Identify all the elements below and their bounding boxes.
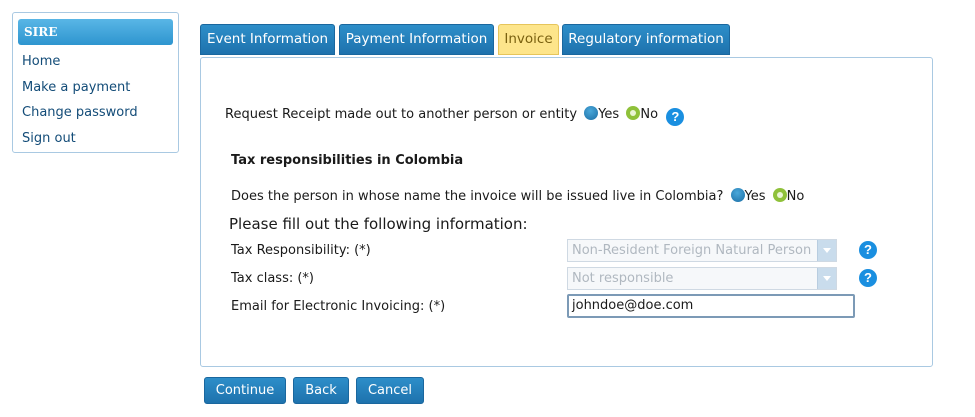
receipt-no-label: No — [640, 107, 659, 122]
tab-regulatory-information[interactable]: Regulatory information — [562, 24, 730, 55]
chevron-down-icon[interactable] — [817, 240, 836, 261]
receipt-help-icon[interactable]: ? — [666, 108, 685, 126]
receipt-yes-radio[interactable] — [584, 106, 599, 120]
sidebar-item-sign-out[interactable]: Sign out — [13, 126, 178, 152]
receipt-question-row: Request Receipt made out to another pers… — [225, 106, 685, 126]
continue-button[interactable]: Continue — [204, 377, 286, 404]
chevron-down-icon[interactable] — [817, 268, 836, 289]
residency-question-label: Does the person in whose name the invoic… — [231, 189, 724, 204]
residency-yes-radio[interactable] — [730, 188, 745, 202]
tab-payment-information[interactable]: Payment Information — [339, 24, 494, 55]
receipt-question-label: Request Receipt made out to another pers… — [225, 107, 578, 122]
tab-invoice[interactable]: Invoice — [498, 24, 559, 55]
email-field[interactable]: johndoe@doe.com — [567, 294, 855, 318]
sidebar-title: SIRE — [18, 19, 173, 45]
tax-class-select[interactable]: Not responsible — [567, 267, 837, 290]
back-button[interactable]: Back — [293, 377, 349, 404]
sidebar-item-home[interactable]: Home — [13, 49, 178, 75]
tax-responsibility-value: Non-Resident Foreign Natural Person — [572, 243, 812, 258]
cancel-button[interactable]: Cancel — [356, 377, 424, 404]
residency-yes-label: Yes — [744, 189, 766, 204]
receipt-no-radio[interactable] — [626, 106, 641, 120]
sidebar-item-make-payment[interactable]: Make a payment — [13, 75, 178, 101]
receipt-yes-label: Yes — [598, 107, 620, 122]
sidebar: SIRE Home Make a payment Change password… — [12, 12, 179, 153]
tax-class-label: Tax class: (*) — [231, 271, 315, 286]
tab-event-information[interactable]: Event Information — [200, 24, 335, 55]
tax-class-help-icon[interactable]: ? — [859, 269, 877, 287]
tax-section-title: Tax responsibilities in Colombia — [231, 153, 464, 168]
tax-class-value: Not responsible — [572, 271, 674, 286]
residency-no-radio[interactable] — [772, 188, 787, 202]
sidebar-item-change-password[interactable]: Change password — [13, 100, 178, 126]
tax-responsibility-label: Tax Responsibility: (*) — [231, 243, 371, 258]
email-label: Email for Electronic Invoicing: (*) — [231, 299, 446, 314]
fill-prompt: Please fill out the following informatio… — [229, 215, 528, 233]
tax-responsibility-select[interactable]: Non-Resident Foreign Natural Person — [567, 239, 837, 262]
invoice-panel: Request Receipt made out to another pers… — [200, 57, 933, 367]
residency-no-label: No — [786, 189, 805, 204]
residency-question-row: Does the person in whose name the invoic… — [231, 188, 804, 204]
tax-responsibility-help-icon[interactable]: ? — [859, 241, 877, 259]
